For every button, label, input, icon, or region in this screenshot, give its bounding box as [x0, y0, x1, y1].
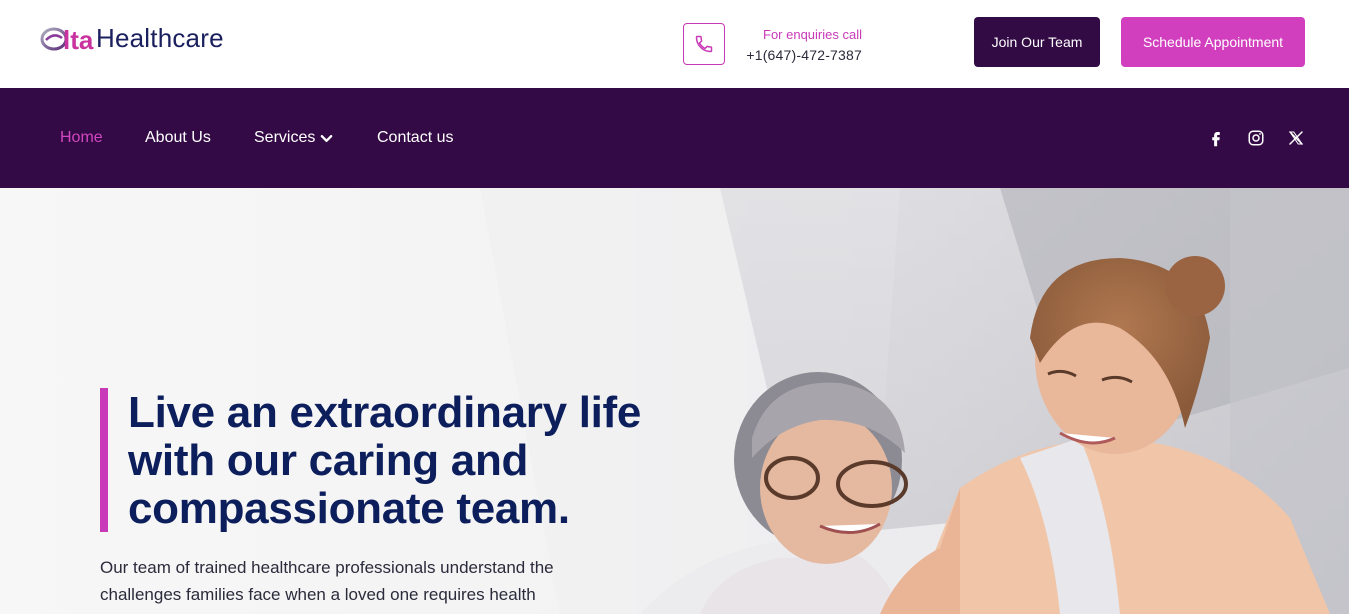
svg-text:lta: lta	[63, 25, 94, 54]
top-header: lta Healthcare For enquiries call +1(647…	[0, 0, 1349, 88]
nav-item-services[interactable]: Services	[254, 128, 333, 148]
phone-icon-box[interactable]	[683, 23, 725, 65]
x-twitter-icon[interactable]	[1286, 128, 1306, 148]
nav-item-home[interactable]: Home	[60, 128, 103, 148]
instagram-icon[interactable]	[1246, 128, 1266, 148]
nav-item-services-label: Services	[254, 129, 316, 146]
hero-description: Our team of trained healthcare professio…	[100, 558, 554, 614]
schedule-appointment-button[interactable]: Schedule Appointment	[1121, 17, 1305, 67]
enquiry-label: For enquiries call	[763, 27, 862, 42]
hero-section: Live an extraordinary life with our cari…	[0, 188, 1349, 614]
logo-mark-icon: lta	[40, 25, 94, 54]
main-navigation: Home About Us Services Contact us	[0, 88, 1349, 188]
facebook-icon[interactable]	[1206, 128, 1226, 148]
nav-item-contact-us[interactable]: Contact us	[377, 128, 453, 148]
chevron-down-icon	[321, 134, 333, 142]
site-logo[interactable]: lta Healthcare	[40, 22, 224, 54]
phone-number[interactable]: +1(647)-472-7387	[738, 45, 862, 65]
logo-text: Healthcare	[96, 23, 224, 53]
hero-accent-bar	[100, 388, 108, 532]
nav-item-about-us[interactable]: About Us	[145, 128, 211, 148]
phone-icon	[695, 35, 713, 53]
enquiry-contact: For enquiries call +1(647)-472-7387	[738, 26, 862, 65]
hero-title: Live an extraordinary life with our cari…	[128, 388, 642, 533]
join-our-team-button[interactable]: Join Our Team	[974, 17, 1100, 67]
